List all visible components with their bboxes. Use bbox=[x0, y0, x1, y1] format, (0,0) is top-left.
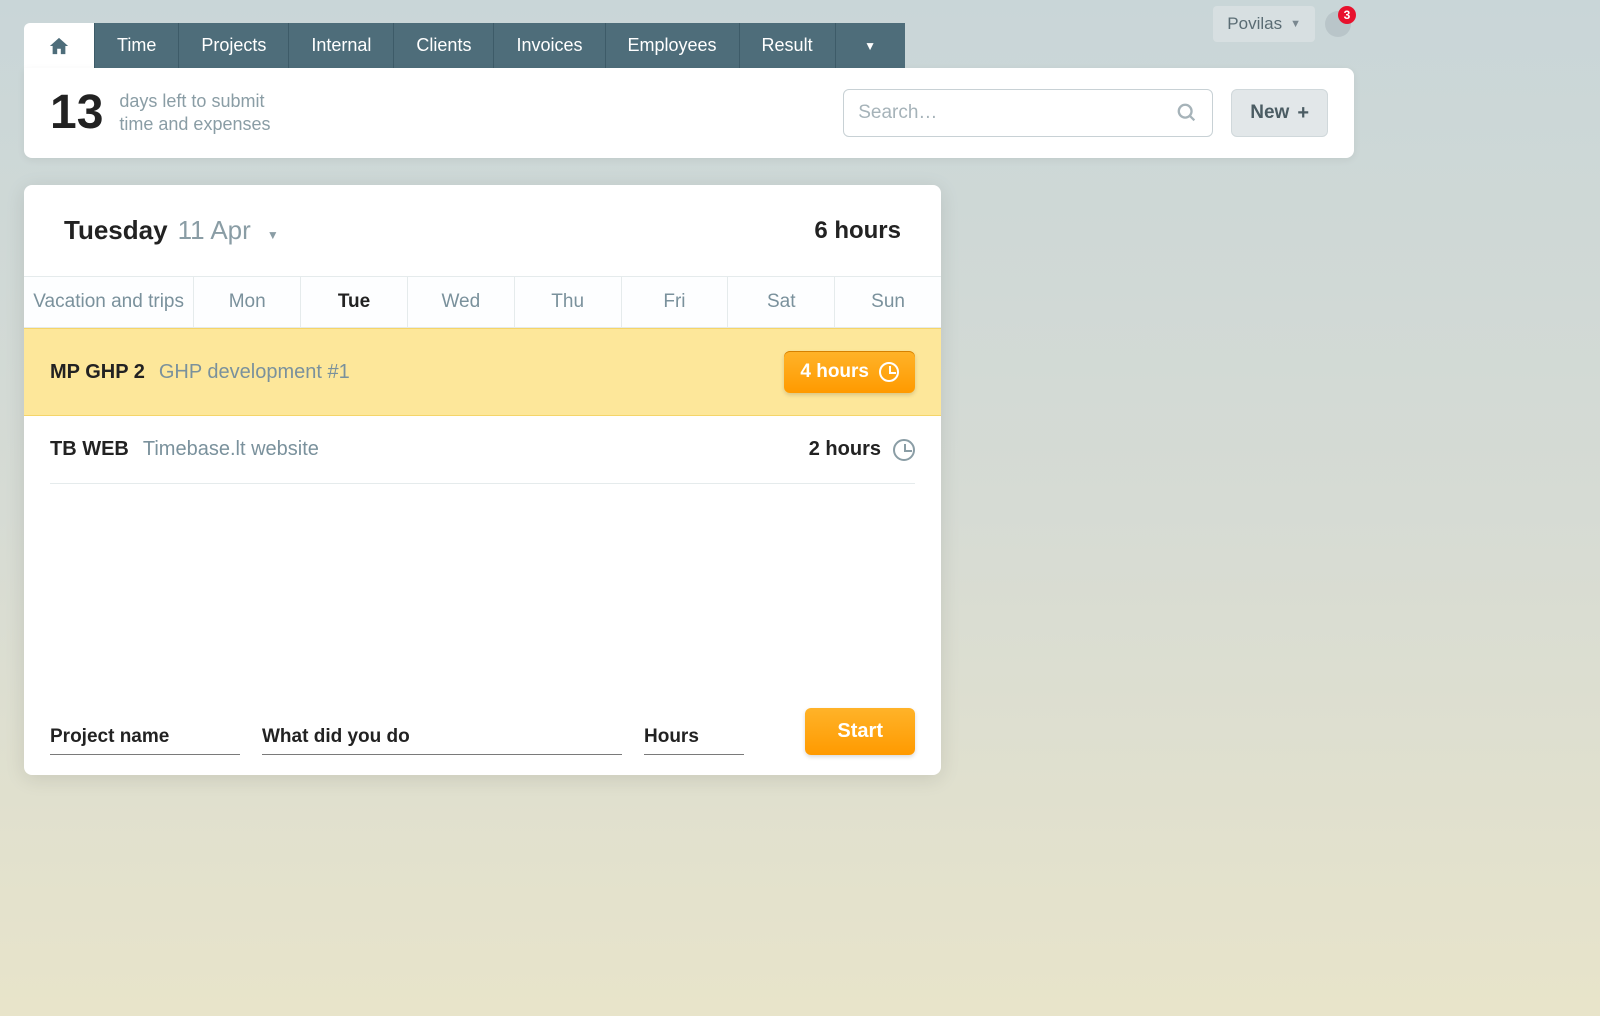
clock-icon bbox=[893, 439, 915, 461]
new-entry-form: Start bbox=[50, 708, 915, 755]
main-nav: Time Projects Internal Clients Invoices … bbox=[24, 23, 905, 68]
time-entry-row[interactable]: TB WEB Timebase.lt website 2 hours bbox=[50, 416, 915, 484]
week-day-wed[interactable]: Wed bbox=[407, 277, 514, 327]
entry-project-code: TB WEB bbox=[50, 438, 129, 461]
home-icon bbox=[48, 36, 70, 56]
plus-icon: + bbox=[1297, 103, 1309, 123]
nav-projects[interactable]: Projects bbox=[178, 23, 288, 68]
week-day-mon[interactable]: Mon bbox=[193, 277, 300, 327]
time-entry-row[interactable]: MP GHP 2 GHP development #1 4 hours bbox=[24, 328, 941, 416]
entry-hours-active[interactable]: 4 hours bbox=[784, 351, 915, 393]
search-icon bbox=[1176, 102, 1198, 124]
days-left-count: 13 bbox=[50, 89, 103, 137]
week-day-tue[interactable]: Tue bbox=[300, 277, 407, 327]
vacation-tab[interactable]: Vacation and trips bbox=[24, 277, 193, 327]
week-navigation: Vacation and trips Mon Tue Wed Thu Fri S… bbox=[24, 276, 941, 328]
week-day-thu[interactable]: Thu bbox=[514, 277, 621, 327]
selected-day-name: Tuesday bbox=[64, 215, 168, 246]
entry-description: Timebase.lt website bbox=[143, 438, 319, 461]
start-button[interactable]: Start bbox=[805, 708, 915, 755]
new-button[interactable]: New + bbox=[1231, 89, 1328, 137]
days-left: 13 days left to submit time and expenses bbox=[50, 89, 270, 137]
notifications-button[interactable]: 3 bbox=[1325, 11, 1351, 37]
nav-home[interactable] bbox=[24, 23, 94, 68]
week-day-sat[interactable]: Sat bbox=[727, 277, 834, 327]
nav-more[interactable]: ▼ bbox=[835, 23, 905, 68]
nav-clients[interactable]: Clients bbox=[393, 23, 493, 68]
chevron-down-icon: ▼ bbox=[1290, 18, 1301, 30]
days-left-text: days left to submit time and expenses bbox=[119, 90, 270, 137]
user-name: Povilas bbox=[1227, 14, 1282, 34]
nav-internal[interactable]: Internal bbox=[288, 23, 393, 68]
nav-employees[interactable]: Employees bbox=[605, 23, 739, 68]
selected-date: 11 Apr bbox=[178, 215, 251, 246]
user-menu[interactable]: Povilas ▼ bbox=[1213, 6, 1315, 42]
nav-result[interactable]: Result bbox=[739, 23, 835, 68]
timesheet-card: Tuesday 11 Apr ▼ 6 hours Vacation and tr… bbox=[24, 185, 941, 775]
day-total-hours: 6 hours bbox=[814, 217, 901, 245]
hours-input[interactable] bbox=[644, 720, 744, 755]
what-did-you-do-input[interactable] bbox=[262, 720, 622, 755]
entry-hours: 2 hours bbox=[809, 438, 915, 461]
week-day-sun[interactable]: Sun bbox=[834, 277, 941, 327]
nav-time[interactable]: Time bbox=[94, 23, 178, 68]
nav-invoices[interactable]: Invoices bbox=[493, 23, 604, 68]
search-box[interactable] bbox=[843, 89, 1213, 137]
chevron-down-icon: ▼ bbox=[864, 39, 876, 53]
entry-description: GHP development #1 bbox=[159, 361, 350, 384]
entry-project-code: MP GHP 2 bbox=[50, 361, 145, 384]
project-name-input[interactable] bbox=[50, 720, 240, 755]
date-selector[interactable]: Tuesday 11 Apr ▼ bbox=[64, 215, 279, 246]
header-panel: 13 days left to submit time and expenses… bbox=[24, 68, 1354, 158]
chevron-down-icon: ▼ bbox=[267, 228, 279, 242]
clock-icon bbox=[879, 362, 899, 382]
search-input[interactable] bbox=[858, 102, 1176, 124]
week-day-fri[interactable]: Fri bbox=[621, 277, 728, 327]
notification-badge: 3 bbox=[1338, 6, 1356, 24]
